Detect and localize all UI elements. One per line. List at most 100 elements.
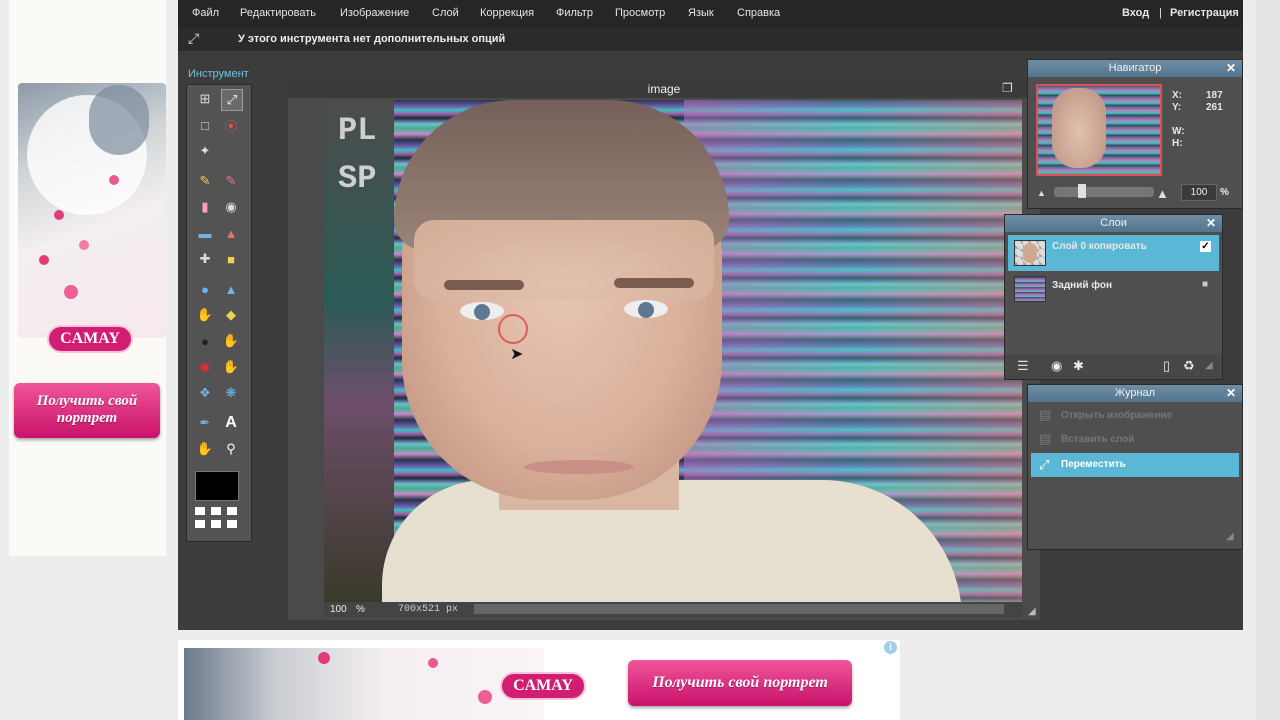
- bloat-tool-icon[interactable]: ❖: [195, 383, 215, 403]
- magic-wand-icon[interactable]: ✦: [195, 141, 215, 161]
- foreground-color-swatch[interactable]: [195, 471, 239, 501]
- menu-view[interactable]: Просмотр: [615, 7, 665, 19]
- blur-tool-icon[interactable]: ●: [195, 279, 215, 299]
- menu-adjustments[interactable]: Коррекция: [480, 7, 534, 19]
- ad-cta-button[interactable]: Получить свой портрет: [14, 383, 160, 438]
- layer-visibility-checkbox[interactable]: ✓: [1200, 241, 1211, 252]
- marquee-tool-icon[interactable]: □: [195, 115, 215, 135]
- grid-toggle-icon[interactable]: [195, 507, 241, 533]
- login-link[interactable]: Вход: [1122, 7, 1149, 19]
- menu-file[interactable]: Файл: [192, 7, 219, 19]
- resize-grip-icon[interactable]: ◢: [1028, 606, 1036, 617]
- resize-grip-icon[interactable]: ◢: [1226, 531, 1234, 542]
- menu-edit[interactable]: Редактировать: [240, 7, 316, 19]
- ad-flower: [54, 210, 64, 220]
- layer-name[interactable]: Слой 0 копировать: [1052, 241, 1147, 252]
- register-link[interactable]: Регистрация: [1170, 7, 1239, 19]
- lasso-tool-icon[interactable]: ⦿: [221, 115, 241, 135]
- move-tool-icon[interactable]: ⤢: [221, 89, 243, 111]
- layers-header[interactable]: Слои ✕: [1005, 215, 1222, 232]
- sharpen-tool-icon[interactable]: ▲: [221, 279, 241, 299]
- close-icon[interactable]: ✕: [1226, 60, 1236, 77]
- gradient-tool-icon[interactable]: ▬: [195, 223, 215, 243]
- stamp-tool-icon[interactable]: ▲: [221, 223, 241, 243]
- navigator-thumbnail[interactable]: [1036, 84, 1162, 176]
- photo-editor: Файл Редактировать Изображение Слой Корр…: [178, 0, 1243, 630]
- layer-styles-icon[interactable]: ✱: [1073, 358, 1084, 374]
- document-status-bar: 100 % 700x521 px: [324, 602, 1022, 618]
- zoom-value[interactable]: 100: [330, 604, 347, 615]
- resize-grip-icon[interactable]: ◢: [1205, 360, 1213, 371]
- ad-info-icon[interactable]: i: [884, 641, 897, 654]
- sponge-tool-icon[interactable]: ◆: [221, 305, 241, 325]
- ad-brand-logo: CAMAY: [500, 672, 586, 700]
- zoom-in-icon[interactable]: ▲: [1156, 186, 1169, 201]
- type-tool-icon[interactable]: A: [221, 413, 241, 433]
- layer-name[interactable]: Задний фон: [1052, 280, 1112, 291]
- zoom-tool-icon[interactable]: ⚲: [221, 439, 241, 459]
- ad-cta-button[interactable]: Получить свой портрет: [628, 660, 852, 706]
- layer-settings-icon[interactable]: ☰: [1017, 358, 1029, 374]
- pinch-tool-icon[interactable]: ❋: [221, 383, 241, 403]
- h-label: H:: [1172, 138, 1183, 149]
- menu-image[interactable]: Изображение: [340, 7, 409, 19]
- tool-options-message: У этого инструмента нет дополнительных о…: [238, 33, 506, 45]
- zoom-percent-input[interactable]: 100: [1181, 184, 1217, 201]
- paste-layer-icon: ▤: [1039, 431, 1052, 446]
- page-scrollbar[interactable]: [1256, 0, 1280, 720]
- close-icon[interactable]: ✕: [1206, 215, 1216, 232]
- layers-title: Слои: [1100, 217, 1127, 229]
- dodge-tool-icon[interactable]: ✋: [221, 331, 241, 351]
- crop-tool-icon[interactable]: ⊞: [195, 89, 215, 109]
- portrait-brow-right: [614, 278, 694, 288]
- history-panel: Журнал ✕ ▤ Открыть изображение ▤ Вставит…: [1027, 384, 1243, 550]
- history-title: Журнал: [1114, 387, 1156, 399]
- w-label: W:: [1172, 126, 1185, 137]
- eraser-tool-icon[interactable]: ▮: [195, 197, 215, 217]
- zoom-slider-track[interactable]: [1054, 187, 1154, 197]
- lock-icon: ■: [1202, 279, 1209, 290]
- bucket-tool-icon[interactable]: ◉: [221, 197, 241, 217]
- smudge-tool-icon[interactable]: ✋: [195, 305, 215, 325]
- layer-mask-icon[interactable]: ◉: [1051, 358, 1062, 374]
- brush-cursor-ring: [498, 314, 528, 344]
- spot-heal-tool-icon[interactable]: ✋: [221, 357, 241, 377]
- history-item-label: Открыть изображение: [1061, 410, 1173, 421]
- new-layer-icon[interactable]: ▯: [1163, 358, 1170, 374]
- maximize-icon[interactable]: ❐: [1002, 81, 1013, 95]
- document-title: image: [647, 82, 681, 96]
- zoom-out-icon[interactable]: ▲: [1037, 188, 1046, 198]
- draw-tool-icon[interactable]: ■: [221, 249, 241, 269]
- navigator-header[interactable]: Навигатор ✕: [1028, 60, 1242, 77]
- left-advertisement[interactable]: CAMAY Получить свой портрет: [9, 0, 166, 556]
- menu-help[interactable]: Справка: [737, 7, 780, 19]
- history-item-active[interactable]: ⤢ Переместить: [1031, 453, 1239, 477]
- history-item[interactable]: ▤ Вставить слой: [1031, 429, 1239, 451]
- red-eye-tool-icon[interactable]: ◉: [195, 357, 215, 377]
- color-replace-icon[interactable]: ✚: [195, 249, 215, 269]
- brush-tool-icon[interactable]: ✎: [221, 171, 241, 191]
- layer-row[interactable]: Задний фон ■: [1008, 273, 1219, 305]
- image-canvas[interactable]: PL SP ➤: [324, 100, 1022, 602]
- menu-filter[interactable]: Фильтр: [556, 7, 593, 19]
- layer-row-selected[interactable]: Слой 0 копировать ✓: [1008, 235, 1219, 271]
- menu-language[interactable]: Язык: [688, 7, 714, 19]
- burn-tool-icon[interactable]: ●: [195, 331, 215, 351]
- history-item[interactable]: ▤ Открыть изображение: [1031, 405, 1239, 427]
- color-picker-icon[interactable]: ✒: [195, 413, 215, 433]
- ad-flower: [64, 285, 78, 299]
- hand-tool-icon[interactable]: ✋: [195, 439, 215, 459]
- pencil-tool-icon[interactable]: ✎: [195, 171, 215, 191]
- bottom-advertisement[interactable]: CAMAY Получить свой портрет i: [178, 640, 900, 720]
- menu-layer[interactable]: Слой: [432, 7, 459, 19]
- horizontal-scrollbar[interactable]: [474, 604, 1004, 614]
- close-icon[interactable]: ✕: [1226, 385, 1236, 402]
- delete-layer-icon[interactable]: ♻: [1183, 358, 1195, 374]
- image-document-window[interactable]: image ❐ PL SP ➤ 100 % 700x521 px ◢: [288, 80, 1040, 620]
- history-header[interactable]: Журнал ✕: [1028, 385, 1242, 402]
- document-titlebar[interactable]: image ❐: [288, 80, 1040, 98]
- ad-person-graphic: [89, 85, 149, 155]
- ad-flower: [39, 255, 49, 265]
- ad-banner-photo: [184, 648, 544, 720]
- zoom-slider-handle[interactable]: [1078, 184, 1086, 198]
